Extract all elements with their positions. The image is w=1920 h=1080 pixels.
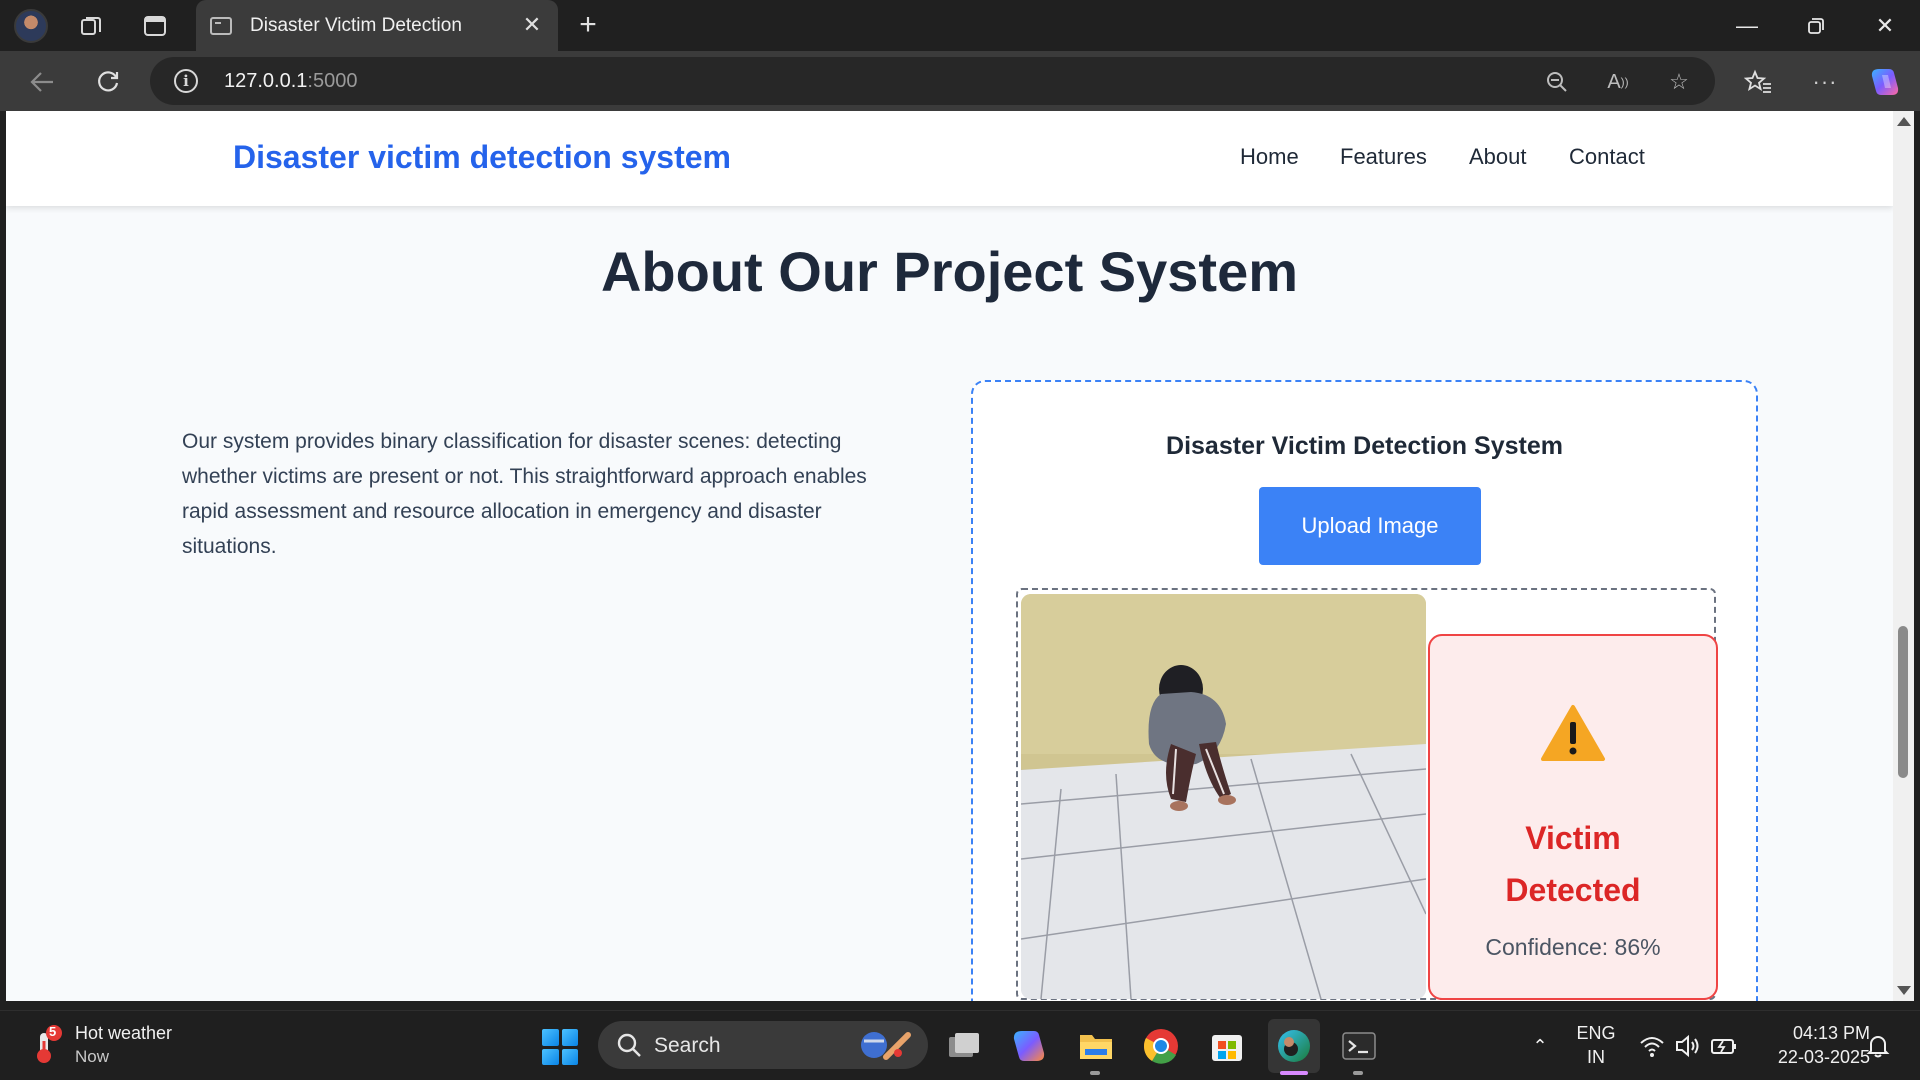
task-view-icon[interactable]: [945, 1027, 983, 1065]
show-hidden-icons-icon[interactable]: ⌃: [1526, 1033, 1554, 1059]
battery-icon[interactable]: [1710, 1033, 1738, 1059]
copilot-taskbar-icon[interactable]: [1010, 1027, 1048, 1065]
taskbar-search[interactable]: Search: [598, 1021, 928, 1069]
new-tab-icon[interactable]: +: [572, 10, 604, 42]
windows-taskbar: 5 Hot weather Now Search ⌃ ENG IN 04:13 …: [0, 1010, 1920, 1080]
workspaces-icon[interactable]: [76, 10, 108, 42]
page-viewport: Disaster victim detection system Home Fe…: [6, 111, 1893, 1001]
file-explorer-indicator: [1090, 1071, 1100, 1075]
profile-avatar-icon[interactable]: [14, 9, 48, 43]
nav-link-contact[interactable]: Contact: [1569, 144, 1645, 170]
edge-icon[interactable]: [1275, 1027, 1313, 1065]
site-navbar: Disaster victim detection system Home Fe…: [6, 111, 1893, 206]
clock-date: 22-03-2025: [1777, 1047, 1870, 1067]
terminal-icon[interactable]: [1340, 1027, 1378, 1065]
uploaded-photo: [1021, 594, 1426, 999]
confidence-text: Confidence: 86%: [1485, 934, 1661, 960]
zoom-out-icon[interactable]: [1542, 67, 1572, 97]
scroll-thumb[interactable]: [1898, 626, 1908, 778]
upload-image-button[interactable]: Upload Image: [1259, 487, 1481, 565]
refresh-icon[interactable]: [91, 65, 125, 99]
clock-time[interactable]: 04:13 PM: [1750, 1023, 1870, 1044]
store-icon[interactable]: [1208, 1027, 1246, 1065]
about-description: Our system provides binary classificatio…: [182, 430, 867, 558]
favorites-icon[interactable]: [1741, 65, 1775, 99]
nav-link-features[interactable]: Features: [1340, 144, 1427, 170]
weather-subtitle: Now: [75, 1047, 110, 1066]
scroll-up-icon[interactable]: [1897, 117, 1911, 126]
detection-result-box: Victim Detected Confidence: 86%: [1428, 634, 1718, 1000]
terminal-indicator: [1353, 1071, 1363, 1075]
chrome-icon[interactable]: [1142, 1027, 1180, 1065]
language-line2: IN: [1587, 1047, 1605, 1067]
file-explorer-icon[interactable]: [1077, 1027, 1115, 1065]
demo-title: Disaster Victim Detection System: [1166, 432, 1563, 460]
search-icon: [617, 1033, 641, 1057]
minimize-icon[interactable]: —: [1724, 8, 1770, 44]
tab-title: Disaster Victim Detection: [250, 14, 462, 36]
weather-badge: 5: [49, 1024, 57, 1039]
more-icon[interactable]: ···: [1808, 65, 1842, 99]
tab-bar: Disaster Victim Detection ✕ + — ✕: [0, 0, 1920, 51]
start-icon[interactable]: [542, 1029, 578, 1065]
demo-card: Disaster Victim Detection System Upload …: [971, 380, 1758, 1001]
notifications-icon[interactable]: [1864, 1033, 1892, 1059]
browser-toolbar: i 127.0.0.1:5000 A)) ☆ ···: [0, 51, 1920, 111]
edge-indicator: [1280, 1071, 1308, 1075]
scroll-down-icon[interactable]: [1897, 986, 1911, 995]
copilot-icon[interactable]: [1868, 65, 1902, 99]
close-window-icon[interactable]: ✕: [1862, 8, 1908, 44]
warning-icon: [1540, 704, 1606, 762]
search-placeholder: Search: [654, 1034, 721, 1057]
wifi-icon[interactable]: [1638, 1033, 1666, 1059]
detection-result-label: Victim Detected: [1505, 820, 1641, 908]
browser-tab[interactable]: Disaster Victim Detection ✕: [196, 0, 558, 51]
weather-thermometer-icon[interactable]: 5: [28, 1024, 62, 1065]
read-aloud-icon[interactable]: A)): [1603, 67, 1633, 97]
cricket-highlight-icon: [861, 1032, 911, 1060]
language-line1[interactable]: ENG: [1571, 1023, 1621, 1044]
result-area: Victim Detected Confidence: 86%: [1016, 588, 1718, 1000]
tab-favicon-icon: [210, 16, 232, 35]
section-title: About Our Project System: [600, 240, 1299, 303]
site-brand[interactable]: Disaster victim detection system: [233, 139, 731, 176]
weather-title[interactable]: Hot weather: [75, 1023, 172, 1044]
restore-icon[interactable]: [1793, 8, 1839, 44]
back-icon[interactable]: [25, 65, 59, 99]
address-bar[interactable]: i 127.0.0.1:5000 A)) ☆: [150, 57, 1715, 105]
nav-link-about[interactable]: About: [1469, 144, 1527, 170]
url-text: 127.0.0.1:5000: [224, 70, 358, 92]
volume-icon[interactable]: [1674, 1033, 1702, 1059]
info-icon[interactable]: i: [174, 69, 198, 93]
close-tab-icon[interactable]: ✕: [520, 12, 544, 37]
nav-link-home[interactable]: Home: [1240, 144, 1299, 170]
tab-actions-icon[interactable]: [139, 10, 171, 42]
favorite-star-icon[interactable]: ☆: [1664, 67, 1694, 97]
page-scrollbar[interactable]: [1893, 111, 1914, 1001]
